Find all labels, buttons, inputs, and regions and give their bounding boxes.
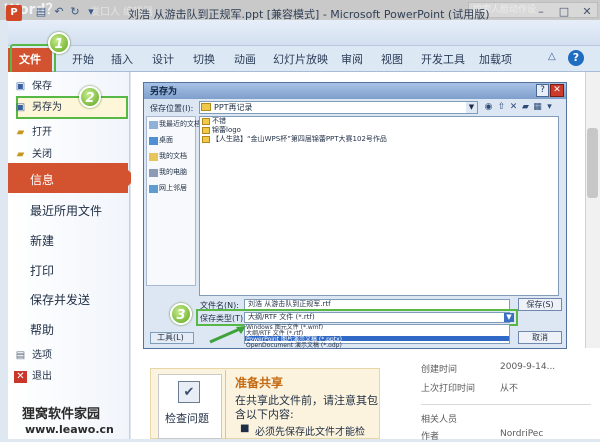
menu-new[interactable]: 新建 (30, 232, 54, 249)
check-issues-label: 检查问题 (165, 412, 209, 425)
scrollbar-thumb[interactable] (587, 128, 598, 198)
minimize-button[interactable]: – (530, 3, 552, 20)
step-badge-1: 1 (48, 32, 70, 54)
watermark-title: 狸窝软件家园 (22, 407, 101, 422)
tab-home[interactable]: 开始 (72, 51, 94, 67)
inspect-document-icon: ✔ (178, 381, 200, 403)
info-selected-background (8, 163, 128, 193)
open-folder-icon: ▰ (16, 127, 25, 138)
file-item[interactable]: 【人生路】“金山WPS杯”第四届锦蕾PPT大赛102号作品 (212, 135, 387, 144)
menu-print[interactable]: 打印 (30, 262, 54, 279)
save-in-label: 保存位置(I): (150, 104, 194, 113)
printed-value: 从不 (500, 384, 519, 394)
folder-icon (202, 136, 210, 143)
properties-divider (421, 404, 591, 405)
repeat-icon[interactable]: ↻ (68, 5, 82, 19)
step-badge-2: 2 (79, 86, 101, 108)
customize-qat-icon[interactable]: ▾ (84, 5, 98, 19)
dialog-close-button[interactable]: ✕ (550, 84, 564, 97)
window-title: 刘浩 从游击队到正规军.ppt [兼容模式] - Microsoft Power… (128, 8, 490, 21)
file-item[interactable]: 不错 (212, 117, 226, 126)
delete-icon[interactable]: ✕ (508, 101, 519, 113)
tab-review[interactable]: 审阅 (341, 51, 363, 67)
prepare-divider (225, 370, 226, 439)
menu-exit[interactable]: 退出 (32, 368, 52, 386)
menu-open[interactable]: 打开 (32, 124, 52, 142)
my-documents-icon (149, 153, 158, 161)
bullet-icon: ■ (240, 423, 250, 434)
window-title-bar (8, 20, 600, 46)
tab-transitions[interactable]: 切换 (193, 51, 215, 67)
tab-view[interactable]: 视图 (381, 51, 403, 67)
cancel-button[interactable]: 取消 (518, 331, 562, 344)
save-as-icon: ▣ (15, 102, 26, 113)
menu-save[interactable]: 保存 (32, 78, 52, 96)
up-folder-icon[interactable]: ⇧ (496, 101, 507, 113)
menu-close[interactable]: 关闭 (32, 146, 52, 164)
powerpoint-app-icon[interactable]: P (6, 5, 22, 21)
maximize-button[interactable]: □ (553, 3, 575, 20)
tools-button[interactable]: 工具(L) (150, 332, 194, 344)
save-button[interactable]: 保存(S) (518, 298, 562, 311)
views-icon[interactable]: ▦ (532, 101, 543, 113)
filetype-option[interactable]: OpenDocument 演示文稿 (*.odp) (246, 343, 342, 349)
tab-insert[interactable]: 插入 (111, 51, 133, 67)
folder-icon (202, 118, 210, 125)
save-icon: ▣ (15, 81, 26, 92)
tools-menu-icon[interactable]: ▾ (544, 101, 555, 113)
file-item[interactable]: 锦蕾logo (212, 126, 241, 135)
menu-save-as[interactable]: 另存为 (32, 99, 62, 117)
menu-save-send[interactable]: 保存并发送 (30, 291, 90, 308)
folder-icon (201, 103, 211, 111)
green-arrow-icon (209, 326, 246, 344)
help-icon[interactable]: ? (568, 50, 584, 66)
prepare-description-2: 含以下内容: (235, 408, 294, 421)
related-people-label: 相关人员 (421, 415, 458, 425)
my-computer-icon (149, 169, 158, 177)
minimize-ribbon-icon[interactable]: △ (548, 51, 556, 62)
desktop-icon (149, 137, 158, 145)
created-value: 2009-9-14... (500, 362, 556, 372)
dialog-help-button[interactable]: ? (536, 84, 549, 97)
menu-options[interactable]: 选项 (32, 347, 52, 365)
prepare-bullet: 必须先保存此文件才能检 (255, 427, 365, 438)
dialog-title-bar (144, 83, 566, 99)
tab-developer[interactable]: 开发工具 (421, 51, 465, 67)
prepare-title: 准备共享 (235, 376, 284, 390)
folder-icon (202, 127, 210, 134)
created-label: 创建时间 (421, 365, 458, 375)
close-window-button[interactable]: ✕ (576, 3, 598, 20)
author-value: NordriPec (500, 429, 544, 439)
chevron-down-icon[interactable]: ▼ (466, 102, 477, 113)
tab-slideshow[interactable]: 幻灯片放映 (273, 51, 328, 67)
close-folder-icon: ▰ (16, 149, 25, 160)
menu-recent[interactable]: 最近所用文件 (30, 202, 102, 219)
tab-addins[interactable]: 加载项 (479, 51, 512, 67)
recent-docs-icon (149, 121, 158, 129)
save-in-dropdown[interactable]: PPT再记录 (199, 101, 478, 114)
menu-help[interactable]: 帮助 (30, 321, 54, 338)
exit-icon: ✕ (14, 371, 27, 383)
tab-animations[interactable]: 动画 (234, 51, 256, 67)
tab-design[interactable]: 设计 (152, 51, 174, 67)
save-quick-icon[interactable]: ▤ (34, 5, 48, 19)
step-badge-3: 3 (170, 303, 192, 325)
menu-info[interactable]: 信息 (30, 171, 54, 188)
back-icon[interactable]: ◉ (483, 101, 494, 113)
new-folder-icon[interactable]: ▰ (520, 101, 531, 113)
network-icon (149, 185, 158, 193)
dialog-title: 另存为 (150, 87, 178, 97)
options-icon: ▤ (15, 350, 26, 361)
watermark-url: www.leawo.cn (25, 423, 114, 436)
author-label: 作者 (421, 432, 440, 442)
printed-label: 上次打印时间 (421, 384, 476, 394)
undo-icon[interactable]: ↶ (52, 5, 66, 19)
